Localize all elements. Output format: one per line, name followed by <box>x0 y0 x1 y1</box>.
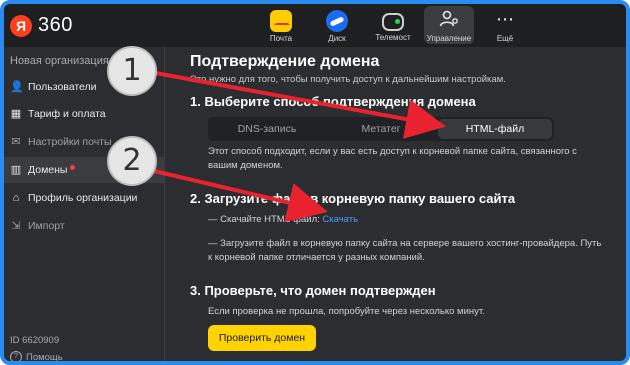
domains-icon: ▥ <box>10 164 22 176</box>
org-name: Новая организация <box>10 55 109 67</box>
app-label: Диск <box>328 34 346 43</box>
app-admin[interactable]: Управление <box>424 6 474 44</box>
tariff-icon: ▦ <box>10 108 22 120</box>
step-1-heading: 1. Выберите способ подтверждения домена <box>190 94 476 109</box>
annotation-badge-1: 1 <box>107 46 157 96</box>
sidebar-item-label: Пользователи <box>28 81 97 93</box>
page-subtitle: Это нужно для того, чтобы получить досту… <box>190 74 506 85</box>
method-selector: DNS-запись Метатег HTML-файл <box>208 117 554 141</box>
yandex-360-logo[interactable]: Я 360 <box>10 14 73 37</box>
page-title: Подтверждение домена <box>190 53 380 70</box>
download-prefix: — Скачайте HTML-файл: <box>208 214 323 225</box>
verify-domain-button[interactable]: Проверить домен <box>208 325 316 351</box>
sidebar-item-label: Домены <box>28 164 68 176</box>
step-2-heading: 2. Загрузите файл в корневую папку вашег… <box>190 191 516 206</box>
sidebar-item-tariff[interactable]: ▦ Тариф и оплата <box>4 101 164 127</box>
step-3-heading: 3. Проверьте, что домен подтвержден <box>190 283 436 298</box>
sidebar: Новая организация 👤 Пользователи ▦ Тариф… <box>4 47 165 363</box>
more-icon: ⋯ <box>496 9 514 29</box>
sidebar-item-label: Профиль организации <box>28 192 138 204</box>
mail-icon <box>270 10 292 32</box>
method-metatag[interactable]: Метатег <box>324 119 438 139</box>
app-label: Телемост <box>375 33 411 42</box>
app-label: Управление <box>426 34 472 43</box>
notification-dot <box>70 164 76 170</box>
help-link[interactable]: ? Помощь <box>10 351 63 363</box>
method-html-file[interactable]: HTML-файл <box>438 119 552 139</box>
app-label: Почта <box>269 34 293 43</box>
main-content: Подтверждение домена Это нужно для того,… <box>174 47 626 361</box>
app-telemost[interactable]: Телемост <box>368 6 418 44</box>
upload-note: — Загрузите файл в корневую папку сайта … <box>208 238 602 263</box>
sidebar-item-label: Тариф и оплата <box>28 108 106 120</box>
help-label: Помощь <box>26 351 63 363</box>
method-dns[interactable]: DNS-запись <box>210 119 324 139</box>
users-icon: 👤 <box>10 81 24 93</box>
admin-icon <box>438 10 460 32</box>
retry-note: Если проверка не прошла, попробуйте чере… <box>208 306 485 317</box>
sidebar-item-label: Импорт <box>28 220 65 232</box>
home-icon: ⌂ <box>12 192 20 204</box>
logo-mark: Я <box>10 14 32 37</box>
sidebar-item-org-profile[interactable]: ⌂ Профиль организации <box>4 185 164 211</box>
admin-svg <box>439 10 458 27</box>
download-link[interactable]: Скачать <box>322 214 358 225</box>
app-window: Я 360 Почта Диск Телемост Управление ⋯ Е… <box>0 0 630 365</box>
method-note: Этот способ подходит, если у вас есть до… <box>208 146 577 171</box>
mail-settings-icon: ✉ <box>11 136 21 148</box>
telemost-icon <box>382 13 404 31</box>
top-bar: Я 360 Почта Диск Телемост Управление ⋯ Е… <box>4 4 626 47</box>
logo-text: 360 <box>38 14 73 36</box>
org-id: ID 6620909 <box>10 335 60 346</box>
download-line: — Скачайте HTML-файл: Скачать <box>208 213 608 227</box>
app-label: Ещё <box>496 34 514 43</box>
app-disk[interactable]: Диск <box>312 6 362 44</box>
sidebar-item-label: Настройки почты <box>28 136 112 148</box>
app-switcher: Почта Диск Телемост Управление ⋯ Ещё <box>256 6 536 44</box>
annotation-badge-2: 2 <box>107 136 157 186</box>
app-mail[interactable]: Почта <box>256 6 306 44</box>
disk-icon <box>326 10 348 32</box>
sidebar-item-import[interactable]: ⇲ Импорт <box>4 213 164 239</box>
import-icon: ⇲ <box>11 220 21 232</box>
help-icon: ? <box>10 351 22 361</box>
app-more[interactable]: ⋯ Ещё <box>480 6 530 44</box>
